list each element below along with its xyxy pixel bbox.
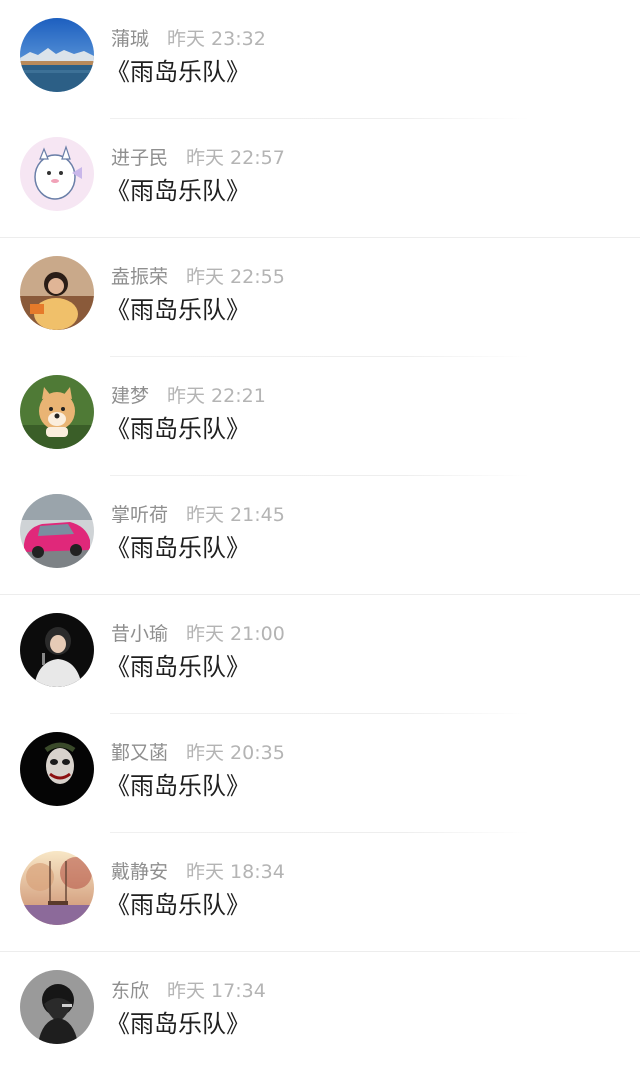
comment-meta: 掌听荷 昨天 21:45 bbox=[111, 502, 285, 528]
comment-time: 昨天 18:34 bbox=[186, 861, 285, 883]
comment-meta: 昔小瑜 昨天 21:00 bbox=[111, 621, 285, 647]
comment-item[interactable]: 昔小瑜 昨天 21:00 《雨岛乐队》 bbox=[0, 595, 640, 714]
comment-author[interactable]: 进子民 bbox=[111, 147, 168, 169]
comment-time: 昨天 22:55 bbox=[186, 266, 285, 288]
comment-author[interactable]: 东欣 bbox=[111, 980, 149, 1002]
comment-text: 《雨岛乐队》 bbox=[106, 772, 250, 800]
comment-item[interactable]: 蒲珹 昨天 23:32 《雨岛乐队》 bbox=[0, 0, 640, 119]
comment-item[interactable]: 盍振荣 昨天 22:55 《雨岛乐队》 bbox=[0, 238, 640, 357]
comment-list: 蒲珹 昨天 23:32 《雨岛乐队》 进子民 昨天 22:57 《雨岛乐队》 盍… bbox=[0, 0, 640, 1067]
comment-time: 昨天 21:45 bbox=[186, 504, 285, 526]
dark-portrait-avatar-icon[interactable] bbox=[20, 970, 94, 1044]
comment-text: 《雨岛乐队》 bbox=[106, 296, 250, 324]
comment-time: 昨天 20:35 bbox=[186, 742, 285, 764]
comment-item[interactable]: 进子民 昨天 22:57 《雨岛乐队》 bbox=[0, 119, 640, 238]
sunset-swing-avatar-icon[interactable] bbox=[20, 851, 94, 925]
singer-photo-avatar-icon[interactable] bbox=[20, 613, 94, 687]
landscape-lake-avatar-icon[interactable] bbox=[20, 18, 94, 92]
comment-text: 《雨岛乐队》 bbox=[106, 58, 250, 86]
comment-time: 昨天 21:00 bbox=[186, 623, 285, 645]
comment-time: 昨天 23:32 bbox=[167, 28, 266, 50]
comment-item[interactable]: 鄞又菡 昨天 20:35 《雨岛乐队》 bbox=[0, 714, 640, 833]
comment-meta: 蒲珹 昨天 23:32 bbox=[111, 26, 266, 52]
comment-text: 《雨岛乐队》 bbox=[106, 177, 250, 205]
comment-time: 昨天 22:57 bbox=[186, 147, 285, 169]
comment-meta: 鄞又菡 昨天 20:35 bbox=[111, 740, 285, 766]
comment-text: 《雨岛乐队》 bbox=[106, 891, 250, 919]
comment-text: 《雨岛乐队》 bbox=[106, 1010, 250, 1038]
comment-author[interactable]: 戴静安 bbox=[111, 861, 168, 883]
comment-author[interactable]: 蒲珹 bbox=[111, 28, 149, 50]
comment-author[interactable]: 建梦 bbox=[111, 385, 149, 407]
comment-text: 《雨岛乐队》 bbox=[106, 653, 250, 681]
woman-photo-avatar-icon[interactable] bbox=[20, 256, 94, 330]
cartoon-unicorn-avatar-icon[interactable] bbox=[20, 137, 94, 211]
comment-meta: 进子民 昨天 22:57 bbox=[111, 145, 285, 171]
comment-meta: 盍振荣 昨天 22:55 bbox=[111, 264, 285, 290]
comment-text: 《雨岛乐队》 bbox=[106, 534, 250, 562]
comment-author[interactable]: 鄞又菡 bbox=[111, 742, 168, 764]
comment-text: 《雨岛乐队》 bbox=[106, 415, 250, 443]
comment-meta: 建梦 昨天 22:21 bbox=[111, 383, 266, 409]
joker-face-avatar-icon[interactable] bbox=[20, 732, 94, 806]
comment-time: 昨天 17:34 bbox=[167, 980, 266, 1002]
comment-author[interactable]: 盍振荣 bbox=[111, 266, 168, 288]
pomeranian-dog-avatar-icon[interactable] bbox=[20, 375, 94, 449]
comment-author[interactable]: 昔小瑜 bbox=[111, 623, 168, 645]
comment-item[interactable]: 东欣 昨天 17:34 《雨岛乐队》 bbox=[0, 952, 640, 1067]
comment-time: 昨天 22:21 bbox=[167, 385, 266, 407]
comment-item[interactable]: 建梦 昨天 22:21 《雨岛乐队》 bbox=[0, 357, 640, 476]
comment-author[interactable]: 掌听荷 bbox=[111, 504, 168, 526]
comment-meta: 东欣 昨天 17:34 bbox=[111, 978, 266, 1004]
pink-car-avatar-icon[interactable] bbox=[20, 494, 94, 568]
comment-item[interactable]: 掌听荷 昨天 21:45 《雨岛乐队》 bbox=[0, 476, 640, 595]
comment-item[interactable]: 戴静安 昨天 18:34 《雨岛乐队》 bbox=[0, 833, 640, 952]
comment-meta: 戴静安 昨天 18:34 bbox=[111, 859, 285, 885]
